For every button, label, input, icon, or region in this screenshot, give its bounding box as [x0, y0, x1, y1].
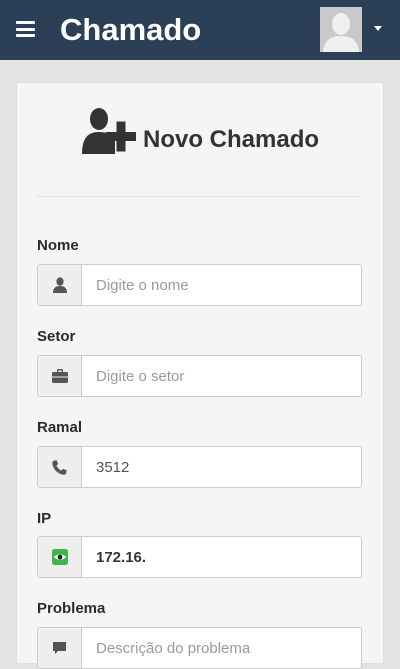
user-avatar[interactable]: [320, 7, 362, 52]
setor-addon: [38, 356, 82, 396]
eye-icon: [51, 549, 68, 565]
setor-input[interactable]: [82, 356, 352, 396]
problema-input[interactable]: [82, 628, 352, 668]
problema-input-group: [37, 627, 362, 669]
header-divider: [37, 196, 361, 197]
ip-label: IP: [37, 510, 52, 527]
comment-icon: [53, 642, 66, 654]
nome-addon: [38, 265, 82, 305]
user-icon: [52, 277, 67, 293]
user-plus-icon: [82, 108, 136, 154]
hamburger-icon[interactable]: [16, 21, 35, 37]
nome-label: Nome: [37, 237, 79, 254]
briefcase-icon: [51, 369, 68, 383]
app-brand[interactable]: Chamado: [60, 10, 201, 50]
problema-label: Problema: [37, 600, 106, 617]
problema-addon: [38, 628, 82, 668]
ramal-input-group: [37, 446, 362, 488]
nome-input-group: [37, 264, 362, 306]
setor-input-group: [37, 355, 362, 397]
nome-input[interactable]: [82, 265, 352, 305]
avatar-silhouette-icon: [320, 7, 362, 52]
top-navbar: Chamado: [0, 0, 400, 60]
ip-addon: [38, 537, 82, 577]
ramal-input[interactable]: [82, 447, 352, 487]
form-title: Novo Chamado: [143, 126, 320, 153]
setor-label: Setor: [37, 328, 76, 345]
phone-icon: [52, 459, 67, 475]
ramal-addon: [38, 447, 82, 487]
ip-input-group: [37, 536, 362, 578]
ramal-label: Ramal: [37, 419, 83, 436]
ip-input[interactable]: [82, 537, 352, 577]
caret-down-icon[interactable]: [374, 26, 382, 31]
